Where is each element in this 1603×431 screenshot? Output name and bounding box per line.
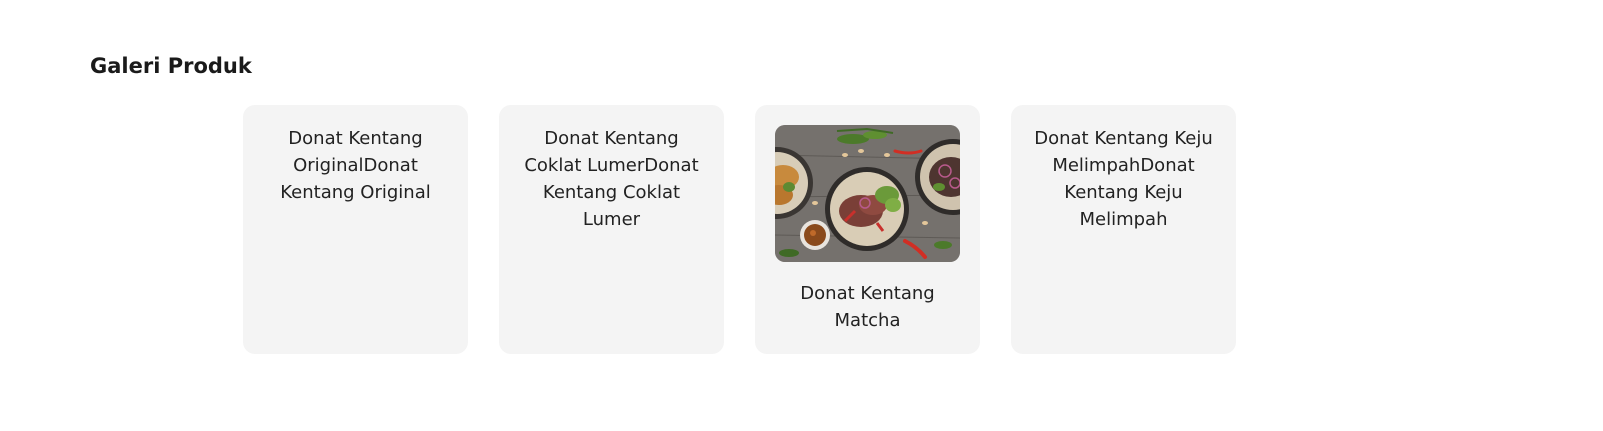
product-name: Donat Kentang Matcha [800,283,935,331]
product-gallery: Donat Kentang OriginalDonat Kentang Orig… [243,105,1236,354]
product-name: Donat Kentang Coklat LumerDonat Kentang … [524,128,699,230]
product-card[interactable]: Donat Kentang Keju MelimpahDonat Kentang… [1011,105,1236,354]
product-card[interactable]: Donat Kentang Coklat LumerDonat Kentang … [499,105,724,354]
section-title: Galeri Produk [90,54,252,78]
product-card[interactable]: Donat Kentang Matcha [755,105,980,354]
product-image [775,125,960,262]
product-name: Donat Kentang Keju MelimpahDonat Kentang… [1034,128,1213,230]
product-card[interactable]: Donat Kentang OriginalDonat Kentang Orig… [243,105,468,354]
product-name: Donat Kentang OriginalDonat Kentang Orig… [280,128,431,203]
